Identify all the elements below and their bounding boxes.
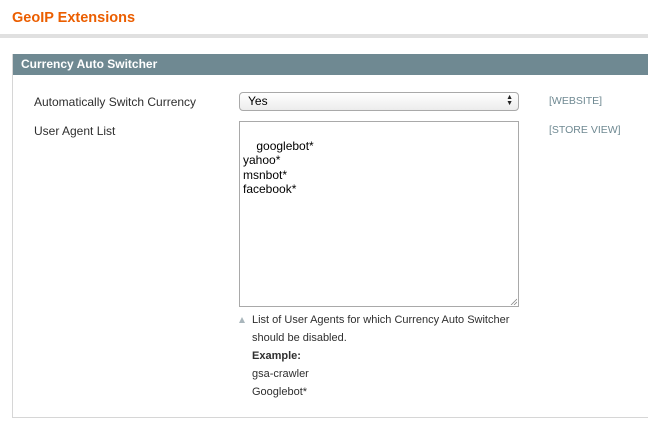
triangle-up-icon — [239, 317, 245, 323]
user-agent-list-scope: [STORE VIEW] — [549, 124, 621, 136]
currency-auto-switcher-fieldset: Currency Auto Switcher Automatically Swi… — [12, 54, 648, 418]
title-divider — [0, 34, 648, 38]
note-line-1: List of User Agents for which Currency A… — [252, 314, 510, 326]
user-agent-list-textarea[interactable]: googlebot* yahoo* msnbot* facebook* — [239, 121, 519, 307]
section-header[interactable]: Currency Auto Switcher — [13, 54, 648, 75]
note-example-label: Example: — [252, 350, 301, 362]
user-agent-list-label: User Agent List — [34, 124, 116, 138]
updown-arrows-icon: ▲ ▼ — [506, 94, 513, 107]
user-agent-list-value: googlebot* yahoo* msnbot* facebook* — [243, 138, 314, 197]
auto-switch-scope: [WEBSITE] — [549, 95, 603, 107]
auto-switch-label: Automatically Switch Currency — [34, 95, 197, 109]
note-example-1: gsa-crawler — [252, 368, 309, 380]
auto-switch-select[interactable]: Yes ▲ ▼ — [239, 92, 519, 111]
page-title: GeoIP Extensions — [12, 10, 136, 26]
auto-switch-selected-value: Yes — [248, 94, 268, 108]
note-line-2: should be disabled. — [252, 332, 347, 344]
note-example-2: Googlebot* — [252, 386, 308, 398]
resize-grip-icon[interactable] — [510, 298, 517, 305]
